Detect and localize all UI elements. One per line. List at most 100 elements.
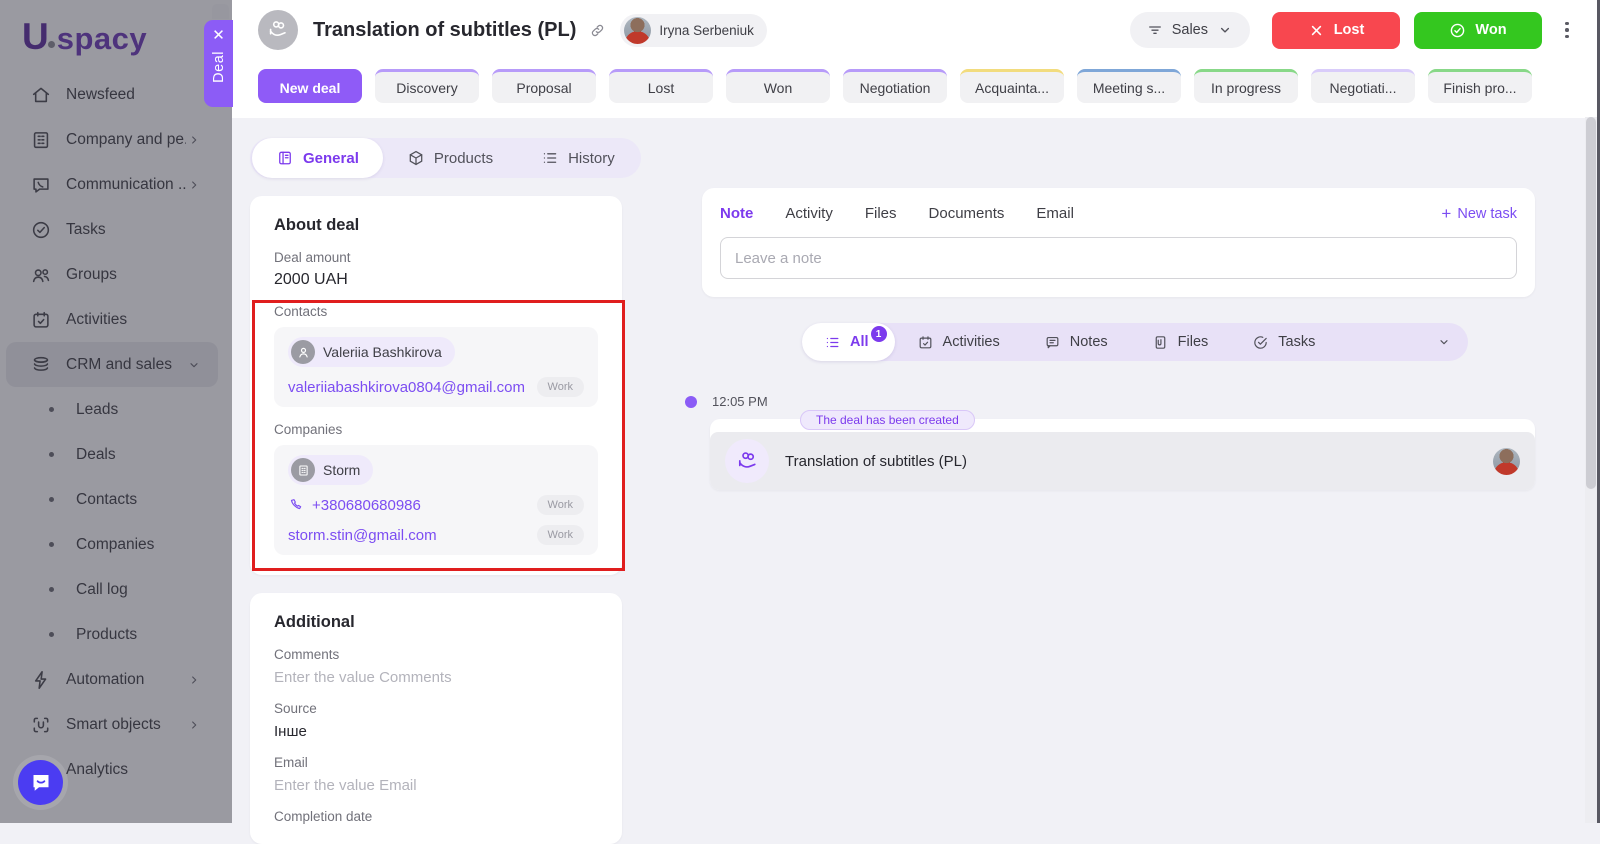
stage-lost[interactable]: Lost <box>609 69 713 103</box>
collapsed-panel-tab[interactable] <box>212 4 229 19</box>
email-link[interactable]: storm.stin@gmail.com <box>288 527 437 544</box>
scrollbar-track[interactable] <box>1585 117 1597 823</box>
funnel-selector[interactable]: Sales <box>1130 12 1250 48</box>
deal-header: Translation of subtitles (PL) Iryna Serb… <box>232 0 1600 60</box>
company-email-row: storm.stin@gmail.com Work <box>288 525 584 545</box>
view-tabs: General Products History <box>250 138 641 178</box>
contacts-label: Contacts <box>274 304 598 319</box>
stage-meeting-s[interactable]: Meeting s... <box>1077 69 1181 103</box>
field-label-email: Email <box>274 755 598 770</box>
check-circle-icon <box>1449 22 1466 39</box>
owner-name: Iryna Serbeniuk <box>659 23 754 38</box>
deal-panel-tab[interactable]: ✕ Deal <box>204 20 233 107</box>
close-icon[interactable]: ✕ <box>212 28 225 43</box>
timeline-time: 12:05 PM <box>712 394 768 409</box>
stage-new-deal[interactable]: New deal <box>258 69 362 103</box>
timeline-dot-icon <box>685 396 697 408</box>
history-icon <box>541 149 559 167</box>
deal-content: General Products History About deal Deal a… <box>232 118 1600 844</box>
entry-title: Translation of subtitles (PL) <box>785 453 967 470</box>
stage-discovery[interactable]: Discovery <box>375 69 479 103</box>
email-link[interactable]: valeriiabashkirova0804@gmail.com <box>288 379 525 396</box>
lost-button[interactable]: Lost <box>1272 12 1400 49</box>
avatar <box>624 17 651 44</box>
tab-general[interactable]: General <box>252 138 383 178</box>
tab-history[interactable]: History <box>517 138 639 178</box>
field-label-completion-date: Completion date <box>274 809 598 824</box>
chat-bubble-icon <box>29 771 53 795</box>
stage-finish-pro[interactable]: Finish pro... <box>1428 69 1532 103</box>
chevron-down-icon <box>1216 21 1234 39</box>
contact-details-box: Valeriia Bashkirova valeriiabashkirova08… <box>274 327 598 407</box>
filter-notes[interactable]: Notes <box>1022 323 1130 361</box>
deal-avatar <box>258 10 298 50</box>
sidebar: U spacy NewsfeedCompany and pe...Communi… <box>0 0 232 823</box>
field-label-comments: Comments <box>274 647 598 662</box>
company-chip[interactable]: Storm <box>288 455 373 485</box>
chat-widget-button[interactable] <box>18 760 63 805</box>
field-value-source[interactable]: Інше <box>274 723 598 740</box>
deal-amount-value[interactable]: 2000 UAH <box>274 271 598 289</box>
composer-tab-email[interactable]: Email <box>1036 205 1074 222</box>
company-phone-row: +380680680986 Work <box>288 495 584 515</box>
timeline-entry-row[interactable]: Translation of subtitles (PL) <box>710 432 1535 490</box>
phone-link[interactable]: +380680680986 <box>288 497 421 514</box>
contact-chip[interactable]: Valeriia Bashkirova <box>288 337 455 367</box>
timeline: 12:05 PM The deal has been created Trans… <box>702 394 1535 490</box>
note-input[interactable] <box>720 237 1517 279</box>
filter-tasks[interactable]: Tasks <box>1230 323 1337 361</box>
filter-files[interactable]: Files <box>1130 323 1231 361</box>
stage-negotiati[interactable]: Negotiati... <box>1311 69 1415 103</box>
lost-label: Lost <box>1334 22 1365 38</box>
copy-link-icon[interactable] <box>589 22 606 39</box>
timeline-filter-bar: All1Activities Notes Files Tasks <box>802 323 1468 361</box>
deal-panel: Translation of subtitles (PL) Iryna Serb… <box>232 0 1600 823</box>
field-placeholder-comments[interactable]: Enter the value Comments <box>274 669 598 686</box>
stage-acquainta[interactable]: Acquainta... <box>960 69 1064 103</box>
activity-column: Note Activity Files Documents Email +New task… <box>702 188 1535 490</box>
work-badge: Work <box>537 525 584 545</box>
deal-details-column: About deal Deal amount 2000 UAH Contacts… <box>250 188 622 844</box>
sidebar-dim-overlay <box>0 0 232 823</box>
composer-tab-note[interactable]: Note <box>720 205 753 222</box>
person-icon <box>291 340 315 364</box>
work-badge: Work <box>537 495 584 515</box>
new-task-button[interactable]: +New task <box>1441 205 1517 222</box>
filter-label: Tasks <box>1278 334 1315 350</box>
new-task-label: New task <box>1457 206 1517 222</box>
won-button[interactable]: Won <box>1414 12 1542 49</box>
timeline-time-row: 12:05 PM <box>685 394 1535 409</box>
tab-products[interactable]: Products <box>383 138 517 178</box>
stage-won[interactable]: Won <box>726 69 830 103</box>
filter-all[interactable]: All1 <box>802 323 895 361</box>
company-details-box: Storm +380680680986Workstorm.stin@gmail.… <box>274 445 598 555</box>
composer-tabs: Note Activity Files Documents Email +New task <box>720 205 1517 222</box>
email-value: storm.stin@gmail.com <box>288 527 437 544</box>
contact-name: Valeriia Bashkirova <box>323 344 442 360</box>
composer-tab-activity[interactable]: Activity <box>785 205 833 222</box>
phone-icon <box>288 497 304 513</box>
filter-label: Notes <box>1070 334 1108 350</box>
deal-created-icon <box>725 439 769 483</box>
additional-title: Additional <box>274 613 598 632</box>
more-actions-button[interactable] <box>1552 15 1582 45</box>
contact-email-row: valeriiabashkirova0804@gmail.comWork <box>288 377 584 397</box>
chevron-down-icon[interactable] <box>1436 334 1452 350</box>
filter-activities[interactable]: Activities <box>895 323 1022 361</box>
tab-label: History <box>568 150 615 167</box>
tab-label: Products <box>434 150 493 167</box>
list-icon <box>824 334 841 351</box>
stage-proposal[interactable]: Proposal <box>492 69 596 103</box>
composer-tab-documents[interactable]: Documents <box>929 205 1005 222</box>
deal-owner[interactable]: Iryna Serbeniuk <box>620 14 767 47</box>
x-icon <box>1308 22 1325 39</box>
stage-in-progress[interactable]: In progress <box>1194 69 1298 103</box>
field-placeholder-email[interactable]: Enter the value Email <box>274 777 598 794</box>
count-badge: 1 <box>871 326 887 342</box>
calendar-icon <box>917 334 934 351</box>
stage-negotiation[interactable]: Negotiation <box>843 69 947 103</box>
building-icon <box>291 458 315 482</box>
scrollbar-thumb[interactable] <box>1586 117 1596 489</box>
composer-tab-files[interactable]: Files <box>865 205 897 222</box>
composer-card: Note Activity Files Documents Email +New task <box>702 188 1535 297</box>
